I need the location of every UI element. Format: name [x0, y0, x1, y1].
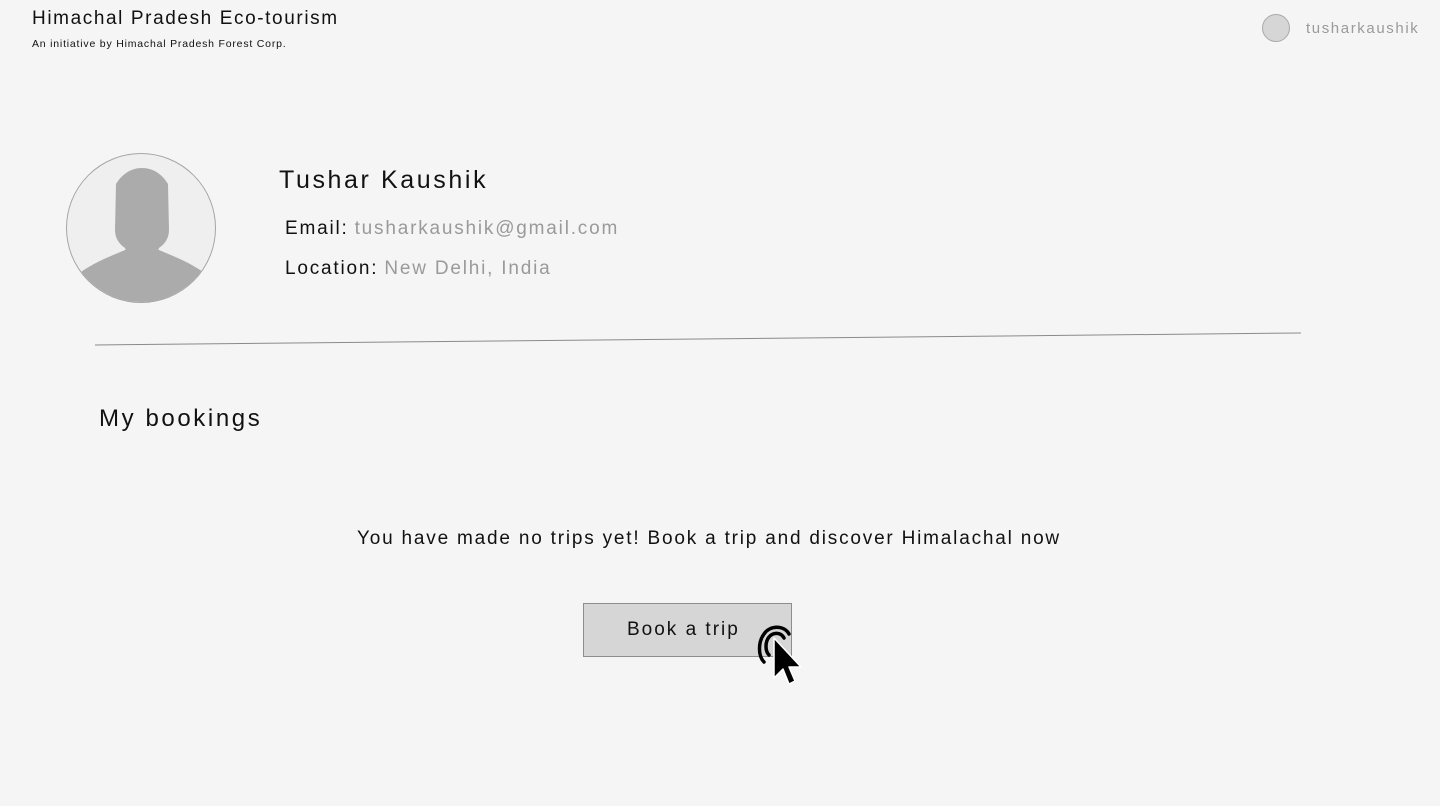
location-value: New Delhi, India [384, 258, 552, 279]
profile-page: Himachal Pradesh Eco-tourism An initiati… [0, 0, 1440, 806]
header-username[interactable]: tusharkaushik [1306, 20, 1419, 37]
profile-location-row: Location: New Delhi, India [285, 258, 551, 280]
site-title[interactable]: Himachal Pradesh Eco-tourism [32, 8, 339, 30]
site-subtitle: An initiative by Himachal Pradesh Forest… [32, 38, 287, 50]
profile-name: Tushar Kaushik [279, 166, 489, 194]
profile-avatar [66, 153, 216, 303]
user-avatar-icon[interactable] [1262, 14, 1290, 42]
book-trip-button[interactable]: Book a trip [583, 603, 792, 657]
email-value: tusharkaushik@gmail.com [354, 218, 620, 239]
user-silhouette-icon [81, 168, 203, 302]
location-label: Location: [285, 258, 379, 279]
user-menu[interactable]: tusharkaushik [1262, 14, 1419, 42]
email-label: Email: [285, 218, 349, 239]
empty-bookings-message: You have made no trips yet! Book a trip … [357, 528, 1061, 549]
profile-email-row: Email: tusharkaushik@gmail.com [285, 218, 619, 240]
section-divider [95, 332, 1301, 346]
bookings-heading: My bookings [99, 405, 263, 432]
